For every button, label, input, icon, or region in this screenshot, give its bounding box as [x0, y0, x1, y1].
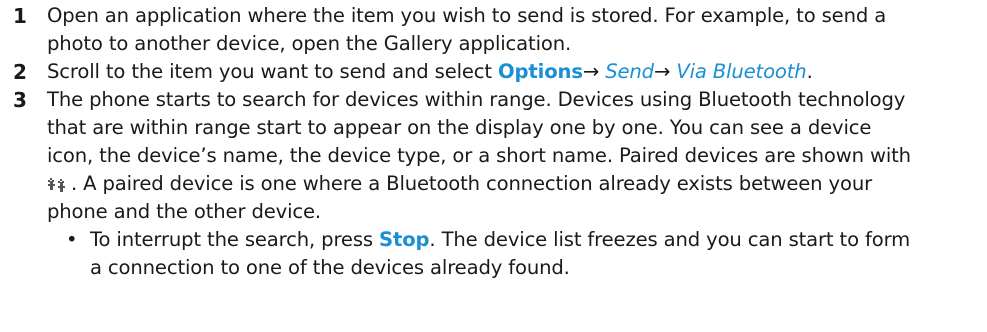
text-line: icon, the device’s name, the device type…	[47, 144, 911, 167]
step-2-prefix: Scroll to the item you want to send and …	[47, 60, 499, 83]
step-3-line4: . A paired device is one where a Bluetoo…	[71, 172, 872, 195]
options-keyword: Options	[498, 60, 583, 83]
step-text: The phone starts to search for devices w…	[47, 86, 982, 226]
text-line: . A paired device is one where a Bluetoo…	[47, 170, 982, 198]
menu-arrow: →	[582, 60, 606, 83]
text-line: photo to another device, open the Galler…	[47, 32, 572, 55]
step-number: 2	[13, 60, 27, 84]
text-line: Open an application where the item you w…	[47, 4, 887, 27]
send-menu-item: Send	[605, 60, 654, 83]
step-text: Open an application where the item you w…	[47, 2, 982, 58]
manual-page: 1 Open an application where the item you…	[0, 0, 987, 332]
stop-keyword: Stop	[379, 228, 430, 251]
step-number: 3	[13, 88, 27, 112]
bullet-dot: •	[66, 228, 78, 251]
bullet-prefix: To interrupt the search, press	[90, 228, 380, 251]
bullet-text: To interrupt the search, press Stop. The…	[90, 226, 982, 282]
via-bluetooth-menu-item: Via Bluetooth	[676, 60, 807, 83]
step-2-suffix: .	[806, 60, 813, 83]
text-line: that are within range start to appear on…	[47, 116, 872, 139]
bullet-rest: . The device list freezes and you can st…	[429, 228, 911, 251]
text-line: The phone starts to search for devices w…	[47, 88, 906, 111]
text-line: phone and the other device.	[47, 200, 321, 223]
paired-devices-icon	[47, 173, 69, 201]
text-line: Scroll to the item you want to send and …	[47, 58, 982, 86]
menu-arrow: →	[653, 60, 677, 83]
text-line: To interrupt the search, press Stop. The…	[90, 226, 982, 254]
step-text: Scroll to the item you want to send and …	[47, 58, 982, 86]
text-line: a connection to one of the devices alrea…	[90, 256, 570, 279]
step-number: 1	[13, 4, 27, 28]
